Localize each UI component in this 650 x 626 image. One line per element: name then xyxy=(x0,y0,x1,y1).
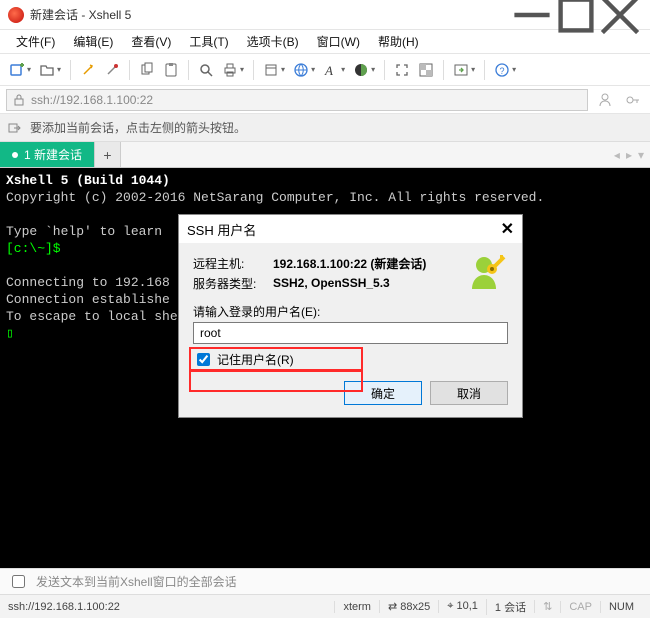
tab-add-button[interactable]: + xyxy=(95,142,121,167)
remote-host-value: 192.168.1.100:22 (新建会话) xyxy=(273,255,426,272)
user-button[interactable] xyxy=(594,88,616,112)
menu-tools[interactable]: 工具(T) xyxy=(181,31,236,52)
info-text: 要添加当前会话，点击左侧的箭头按钮。 xyxy=(30,119,246,136)
remote-host-label: 远程主机: xyxy=(193,255,273,272)
tab-label: 1 新建会话 xyxy=(24,146,82,163)
find-button[interactable] xyxy=(195,58,217,82)
open-session-button[interactable]: ▾ xyxy=(36,58,64,82)
maximize-button[interactable] xyxy=(554,0,598,30)
address-input[interactable]: ssh://192.168.1.100:22 xyxy=(6,89,588,111)
separator xyxy=(70,60,71,80)
arrow-add-icon[interactable] xyxy=(8,121,22,135)
properties-button[interactable]: ▾ xyxy=(260,58,288,82)
encoding-button[interactable]: ▾ xyxy=(290,58,318,82)
tab-menu-icon[interactable]: ▾ xyxy=(638,148,644,162)
dialog-title: SSH 用户名 xyxy=(187,220,256,239)
send-all-checkbox[interactable] xyxy=(12,575,25,588)
remember-username-checkbox[interactable] xyxy=(197,353,210,366)
dialog-close-button[interactable]: ✕ xyxy=(501,219,514,239)
status-connection: ssh://192.168.1.100:22 xyxy=(8,601,120,613)
menu-edit[interactable]: 编辑(E) xyxy=(65,31,121,52)
paste-button[interactable] xyxy=(160,58,182,82)
cancel-button[interactable]: 取消 xyxy=(430,381,508,405)
info-bar: 要添加当前会话，点击左侧的箭头按钮。 xyxy=(0,114,650,142)
separator xyxy=(253,60,254,80)
term-line: Connecting to 192.168 xyxy=(6,275,170,290)
address-text: ssh://192.168.1.100:22 xyxy=(31,93,153,107)
menu-window[interactable]: 窗口(W) xyxy=(309,31,368,52)
term-cursor: ▯ xyxy=(6,326,14,341)
color-scheme-button[interactable]: ▾ xyxy=(350,58,378,82)
status-dot-icon xyxy=(12,152,18,158)
term-line: Type `help' to learn xyxy=(6,224,170,239)
term-line: To escape to local she xyxy=(6,309,178,324)
separator xyxy=(443,60,444,80)
status-bar: ssh://192.168.1.100:22 xterm ⇄ 88x25 ⌖ 1… xyxy=(0,594,650,618)
menu-tabs[interactable]: 选项卡(B) xyxy=(239,31,307,52)
menu-help[interactable]: 帮助(H) xyxy=(370,31,427,52)
server-type-value: SSH2, OpenSSH_5.3 xyxy=(273,276,390,290)
tab-strip: 1 新建会话 + ◂ ▸ ▾ xyxy=(0,142,650,168)
help-button[interactable]: ? ▾ xyxy=(491,58,519,82)
print-button[interactable]: ▾ xyxy=(219,58,247,82)
close-button[interactable] xyxy=(598,0,642,30)
transfer-button[interactable]: ▾ xyxy=(450,58,478,82)
transparency-button[interactable] xyxy=(415,58,437,82)
menu-file[interactable]: 文件(F) xyxy=(8,31,63,52)
separator xyxy=(484,60,485,80)
status-caps: CAP xyxy=(560,601,600,613)
address-bar: ssh://192.168.1.100:22 xyxy=(0,86,650,114)
term-line: Connection establishe xyxy=(6,292,170,307)
fullscreen-button[interactable] xyxy=(391,58,413,82)
reconnect-button[interactable] xyxy=(77,58,99,82)
lock-icon xyxy=(13,94,25,106)
status-up-icon[interactable]: ⇅ xyxy=(534,600,560,613)
status-sessions: 1 会话 xyxy=(486,599,534,615)
remember-username-label: 记住用户名(R) xyxy=(217,351,294,368)
menu-view[interactable]: 查看(V) xyxy=(123,31,179,52)
username-prompt: 请输入登录的用户名(E): xyxy=(193,303,508,320)
svg-text:?: ? xyxy=(500,66,505,76)
svg-text:A: A xyxy=(324,63,333,78)
remember-username-check[interactable]: 记住用户名(R) xyxy=(193,350,508,369)
separator xyxy=(188,60,189,80)
send-bar-text: 发送文本到当前Xshell窗口的全部会话 xyxy=(36,573,237,590)
dialog-titlebar[interactable]: SSH 用户名 ✕ xyxy=(179,215,522,243)
term-line: Copyright (c) 2002-2016 NetSarang Comput… xyxy=(6,190,544,205)
tab-nav: ◂ ▸ ▾ xyxy=(608,142,650,167)
status-cursor: ⌖ 10,1 xyxy=(438,600,486,613)
term-prompt: [c:\~]$ xyxy=(6,241,61,256)
minimize-button[interactable] xyxy=(510,0,554,30)
new-session-button[interactable]: ▾ xyxy=(6,58,34,82)
tab-prev-icon[interactable]: ◂ xyxy=(614,148,620,162)
copy-button[interactable] xyxy=(136,58,158,82)
ssh-username-dialog: SSH 用户名 ✕ 远程主机: 192.168.1.100:22 (新建会话) … xyxy=(178,214,523,418)
send-bar: 发送文本到当前Xshell窗口的全部会话 xyxy=(0,568,650,594)
toolbar: ▾ ▾ ▾ ▾ ▾ A ▾ ▾ xyxy=(0,54,650,86)
tab-next-icon[interactable]: ▸ xyxy=(626,148,632,162)
server-type-label: 服务器类型: xyxy=(193,275,273,292)
font-button[interactable]: A ▾ xyxy=(320,58,348,82)
disconnect-button[interactable] xyxy=(101,58,123,82)
app-icon xyxy=(8,7,24,23)
titlebar: 新建会话 - Xshell 5 xyxy=(0,0,650,30)
user-key-icon xyxy=(466,251,508,293)
username-input[interactable] xyxy=(193,322,508,344)
term-line: Xshell 5 (Build 1044) xyxy=(6,173,170,188)
separator xyxy=(129,60,130,80)
separator xyxy=(384,60,385,80)
status-num: NUM xyxy=(600,601,642,613)
status-term: xterm xyxy=(334,601,379,613)
window-title: 新建会话 - Xshell 5 xyxy=(30,6,510,23)
ok-button[interactable]: 确定 xyxy=(344,381,422,405)
tab-active[interactable]: 1 新建会话 xyxy=(0,142,95,167)
password-button[interactable] xyxy=(622,88,644,112)
status-size: ⇄ 88x25 xyxy=(379,600,438,613)
